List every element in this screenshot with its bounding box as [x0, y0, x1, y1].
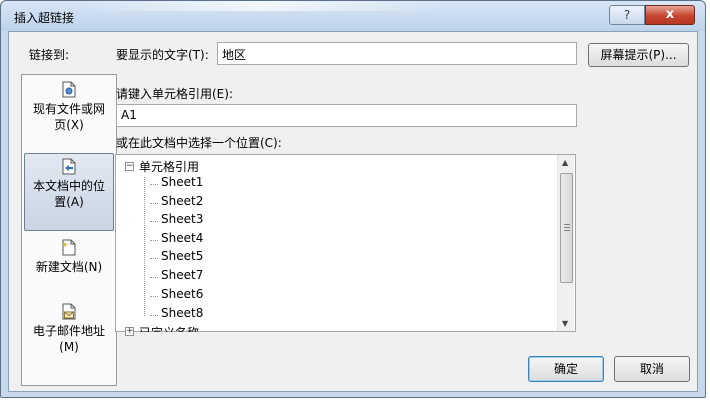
email-address-icon: [62, 303, 76, 320]
tree-expand-toggle[interactable]: +: [125, 327, 134, 336]
tree-node-sheet1[interactable]: Sheet1: [161, 175, 204, 189]
title-glare: [81, 1, 441, 11]
tree-collapse-toggle[interactable]: −: [125, 162, 134, 171]
title-bar[interactable]: 插入超链接 ? x: [1, 1, 705, 31]
tree-branch: [150, 203, 158, 204]
close-icon: x: [665, 7, 675, 22]
tree-scrollbar[interactable]: ▲ ▼: [557, 155, 574, 331]
dialog-title: 插入超链接: [14, 11, 75, 25]
grip-line: [564, 224, 570, 225]
scroll-thumb[interactable]: [560, 173, 573, 283]
link-to-email-label-1: 电子邮件地址: [32, 324, 105, 338]
tree-node-sheet4[interactable]: Sheet4: [161, 231, 203, 245]
tree-branch: [150, 296, 158, 297]
grip-line: [564, 227, 570, 228]
screen-tip-button[interactable]: 屏幕提示(P)...: [588, 43, 689, 67]
link-to-new-document-label: 新建文档(N): [35, 260, 103, 274]
link-to-place-label-1: 本文档中的位: [32, 179, 105, 193]
tree-branch: [150, 184, 158, 185]
tree-node-sheet2[interactable]: Sheet2: [161, 194, 203, 208]
tree-branch: [150, 221, 158, 222]
help-icon: ?: [623, 8, 631, 22]
link-to-panel: 现有文件或网 页(X) 本文档中的位 置(A) 新建文档(N) 电子邮件地址 (…: [21, 74, 117, 386]
tree-branch: [150, 277, 158, 278]
tree-connector: [144, 177, 145, 316]
cancel-button[interactable]: 取消: [614, 356, 690, 382]
ok-button[interactable]: 确定: [528, 356, 604, 382]
place-label: 或在此文档中选择一个位置(C):: [116, 136, 282, 150]
cell-reference-label: 请键入单元格引用(E):: [116, 87, 233, 101]
tree-node-defined-names[interactable]: 已定义名称: [139, 324, 199, 332]
cell-reference-input[interactable]: A1: [116, 104, 577, 127]
tree-node-sheet8[interactable]: Sheet8: [161, 306, 203, 320]
link-to-existing-file[interactable]: 现有文件或网 页(X): [24, 77, 114, 155]
display-text-label: 要显示的文字(T):: [116, 48, 209, 62]
link-to-existing-file-label-1: 现有文件或网: [32, 102, 105, 116]
tree-branch: [150, 258, 158, 259]
tree-node-sheet3[interactable]: Sheet3: [161, 212, 203, 226]
new-document-icon: [62, 239, 76, 256]
help-button[interactable]: ?: [609, 5, 645, 25]
link-to-email-address[interactable]: 电子邮件地址 (M): [24, 299, 114, 377]
tree-branch: [150, 240, 158, 241]
existing-file-icon: [62, 81, 76, 98]
scroll-up-arrow-icon[interactable]: ▲: [562, 158, 568, 167]
tree-branch: [150, 315, 158, 316]
display-text-input[interactable]: 地区: [217, 42, 577, 65]
scroll-down-arrow-icon[interactable]: ▼: [562, 319, 568, 328]
grip-line: [564, 230, 570, 231]
close-button[interactable]: x: [645, 5, 695, 25]
link-to-existing-file-label-2: 页(X): [54, 118, 84, 132]
document-place-icon: [62, 158, 76, 175]
link-to-label: 链接到:: [29, 48, 70, 62]
tree-node-cell-reference[interactable]: 单元格引用: [139, 158, 199, 175]
tree-node-sheet6[interactable]: Sheet6: [161, 287, 203, 301]
tree-node-sheet5[interactable]: Sheet5: [161, 249, 203, 263]
tree-node-defined-names-clip: 已定义名称: [137, 324, 257, 332]
insert-hyperlink-dialog: 插入超链接 ? x 链接到: 现有文件或网 页(X) 本文档中的位 置(A) 新…: [0, 0, 706, 398]
link-to-place-label-2: 置(A): [54, 195, 84, 209]
link-to-email-label-2: (M): [59, 340, 79, 354]
link-to-place-in-document[interactable]: 本文档中的位 置(A): [24, 153, 114, 231]
tree-node-sheet7[interactable]: Sheet7: [161, 268, 203, 282]
